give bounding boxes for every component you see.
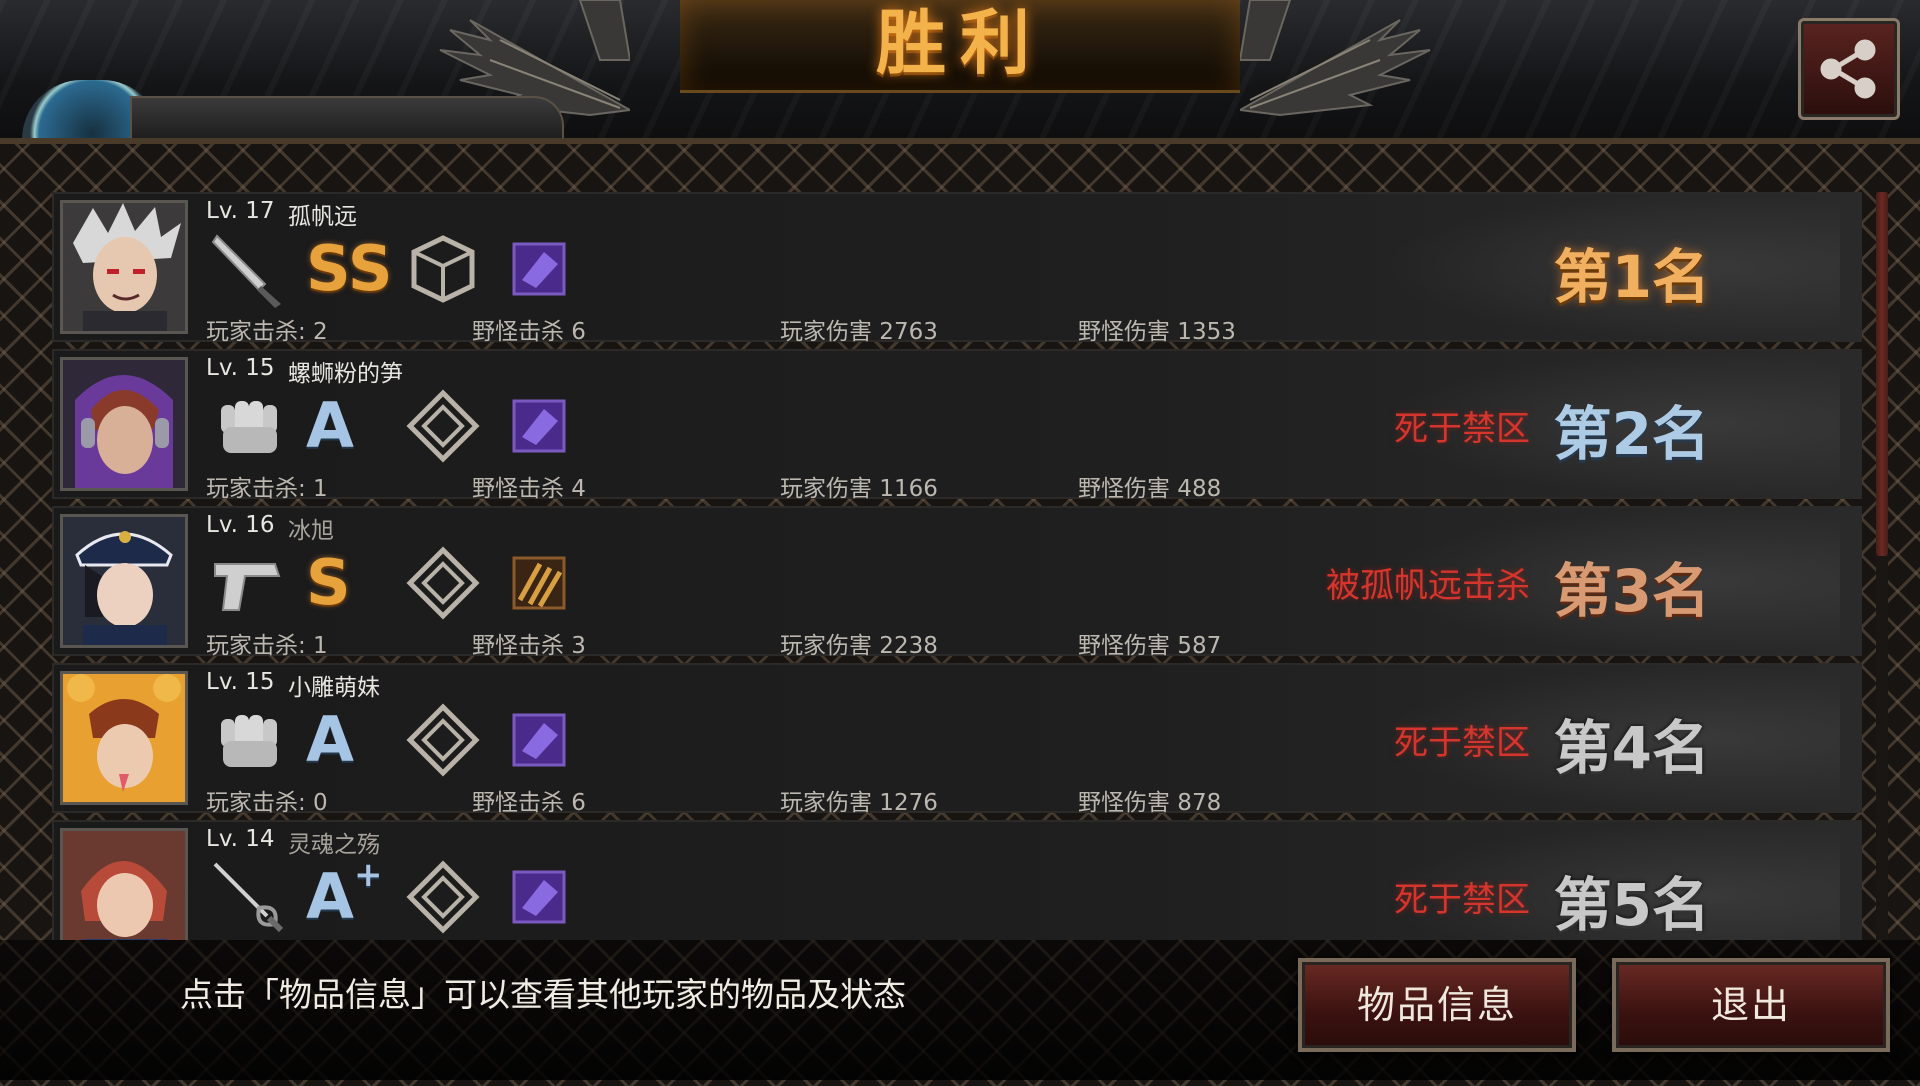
rapier-icon[interactable] bbox=[209, 858, 287, 936]
player-portrait[interactable] bbox=[60, 828, 188, 940]
death-cause: 死于禁区 bbox=[1394, 409, 1530, 449]
share-button[interactable] bbox=[1798, 18, 1900, 120]
player-name: 螺蛳粉的笋 bbox=[288, 361, 403, 387]
fist-icon[interactable] bbox=[209, 387, 287, 465]
ammo-item-icon[interactable] bbox=[500, 544, 578, 622]
player-damage: 玩家伤害 2238 bbox=[780, 633, 938, 659]
player-damage: 玩家伤害 2763 bbox=[780, 319, 938, 345]
player-name: 冰旭 bbox=[288, 518, 334, 544]
victory-title: 胜利 bbox=[876, 2, 1044, 84]
player-kills: 玩家击杀: 0 bbox=[206, 790, 328, 816]
player-kills: 玩家击杀: 1 bbox=[206, 476, 328, 502]
player-damage: 玩家伤害 1166 bbox=[780, 476, 938, 502]
rank-label: 第5名 bbox=[1553, 871, 1710, 939]
result-row[interactable]: Lv. 14 灵魂之殇 A+ 死于禁区 第5名 bbox=[52, 820, 1862, 940]
grade-letter: A bbox=[306, 860, 354, 933]
player-level: Lv. 15 bbox=[206, 355, 275, 381]
grade-badge[interactable]: A bbox=[306, 387, 396, 465]
result-row[interactable]: Lv. 15 螺蛳粉的笋 A 玩家击杀: 1 野怪击杀 4 玩家伤害 1166 … bbox=[52, 349, 1862, 502]
knife-icon[interactable] bbox=[209, 230, 287, 308]
death-cause: 被孤帆远击杀 bbox=[1326, 566, 1530, 606]
fist-icon[interactable] bbox=[209, 701, 287, 779]
player-portrait[interactable] bbox=[60, 514, 188, 648]
rank-label: 第1名 bbox=[1553, 243, 1710, 311]
monster-damage: 野怪伤害 1353 bbox=[1078, 319, 1236, 345]
monster-kills: 野怪击杀 3 bbox=[472, 633, 586, 659]
diamond-armor-icon[interactable] bbox=[404, 544, 482, 622]
cube-armor-icon[interactable] bbox=[404, 230, 482, 308]
grade-plus: + bbox=[353, 855, 383, 895]
player-kills: 玩家击杀: 1 bbox=[206, 633, 328, 659]
diamond-armor-icon[interactable] bbox=[404, 387, 482, 465]
diamond-armor-icon[interactable] bbox=[404, 858, 482, 936]
pistol-icon[interactable] bbox=[209, 544, 287, 622]
monster-kills: 野怪击杀 4 bbox=[472, 476, 586, 502]
monster-kills: 野怪击杀 6 bbox=[472, 319, 586, 345]
death-cause: 死于禁区 bbox=[1394, 723, 1530, 763]
purple-item-icon[interactable] bbox=[500, 387, 578, 465]
rank-label: 第3名 bbox=[1553, 557, 1710, 625]
player-name-tab bbox=[130, 96, 564, 142]
monster-damage: 野怪伤害 878 bbox=[1078, 790, 1222, 816]
purple-item-icon[interactable] bbox=[500, 858, 578, 936]
share-icon bbox=[1820, 39, 1876, 99]
player-name: 孤帆远 bbox=[288, 204, 357, 230]
grade-badge[interactable]: A+ bbox=[306, 858, 396, 936]
player-kills: 玩家击杀: 2 bbox=[206, 319, 328, 345]
right-wing-emblem bbox=[1240, 0, 1431, 117]
purple-item-icon[interactable] bbox=[500, 230, 578, 308]
purple-item-icon[interactable] bbox=[500, 701, 578, 779]
player-level: Lv. 17 bbox=[206, 198, 275, 224]
player-name: 灵魂之殇 bbox=[288, 832, 380, 858]
player-level: Lv. 16 bbox=[206, 512, 275, 538]
grade-badge[interactable]: S bbox=[306, 544, 396, 622]
grade-badge[interactable]: SS bbox=[306, 230, 396, 308]
scrollbar-thumb[interactable] bbox=[1876, 192, 1888, 556]
monster-damage: 野怪伤害 488 bbox=[1078, 476, 1222, 502]
rank-label: 第4名 bbox=[1553, 714, 1710, 782]
result-row[interactable]: Lv. 17 孤帆远 SS 玩家击杀: 2 野怪击杀 6 玩家伤害 2763 野… bbox=[52, 192, 1862, 345]
result-row[interactable]: Lv. 15 小雕萌妹 A 玩家击杀: 0 野怪击杀 6 玩家伤害 1276 野… bbox=[52, 663, 1862, 816]
player-damage: 玩家伤害 1276 bbox=[780, 790, 938, 816]
result-row[interactable]: Lv. 16 冰旭 S 玩家击杀: 1 野怪击杀 3 玩家伤害 2238 野怪伤… bbox=[52, 506, 1862, 659]
player-portrait[interactable] bbox=[60, 357, 188, 491]
player-level: Lv. 14 bbox=[206, 826, 275, 852]
monster-damage: 野怪伤害 587 bbox=[1078, 633, 1222, 659]
player-name: 小雕萌妹 bbox=[288, 675, 380, 701]
player-portrait[interactable] bbox=[60, 200, 188, 334]
rank-label: 第2名 bbox=[1553, 400, 1710, 468]
grade-badge[interactable]: A bbox=[306, 701, 396, 779]
diamond-armor-icon[interactable] bbox=[404, 701, 482, 779]
exit-button[interactable]: 退出 bbox=[1612, 958, 1890, 1052]
results-list[interactable]: Lv. 17 孤帆远 SS 玩家击杀: 2 野怪击杀 6 玩家伤害 2763 野… bbox=[52, 192, 1862, 940]
death-cause: 死于禁区 bbox=[1394, 880, 1530, 920]
hint-text: 点击「物品信息」可以查看其他玩家的物品及状态 bbox=[180, 975, 906, 1014]
player-portrait[interactable] bbox=[60, 671, 188, 805]
player-level: Lv. 15 bbox=[206, 669, 275, 695]
monster-kills: 野怪击杀 6 bbox=[472, 790, 586, 816]
item-info-button[interactable]: 物品信息 bbox=[1298, 958, 1576, 1052]
